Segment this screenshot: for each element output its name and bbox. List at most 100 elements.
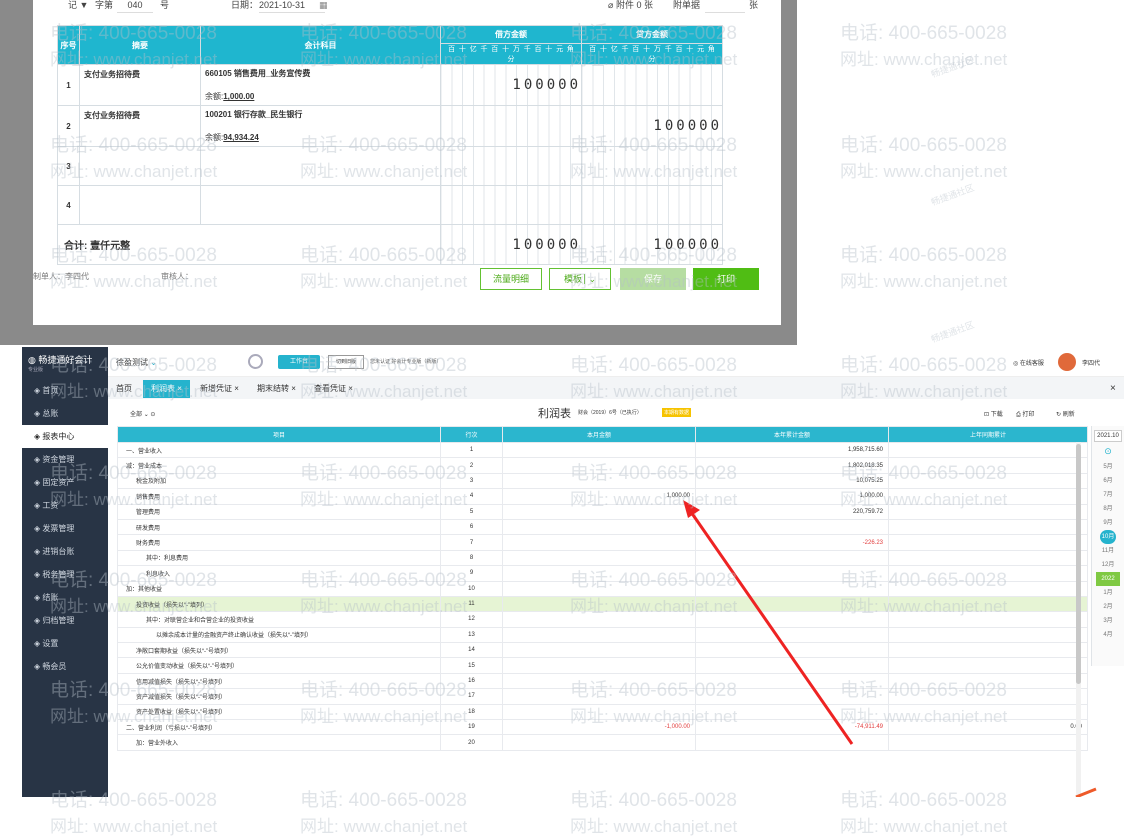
- search-icon[interactable]: [248, 354, 263, 369]
- download-button[interactable]: ⊡ 下载: [984, 409, 1003, 418]
- month-item[interactable]: 8月: [1092, 502, 1124, 516]
- sidebar-item-home[interactable]: ◈ 首页: [22, 379, 108, 402]
- cell-month[interactable]: 1,000.00: [502, 488, 696, 505]
- cell-ytd[interactable]: [695, 688, 889, 705]
- cell-month[interactable]: -1,000.00: [502, 719, 696, 736]
- month-item[interactable]: 5月: [1092, 460, 1124, 474]
- table-row[interactable]: 二、营业利润（亏损以“-”号填列）19-1,000.00-74,911.490.…: [117, 719, 1088, 736]
- row-summary[interactable]: 支付业务招待费: [79, 105, 201, 147]
- cell-ytd[interactable]: [695, 611, 889, 628]
- month-item[interactable]: 1月: [1092, 586, 1124, 600]
- row-account[interactable]: 660105 销售费用_业务宣传费 余额:1,000.00: [200, 64, 441, 106]
- cell-month[interactable]: [502, 672, 696, 690]
- row-debit[interactable]: [440, 105, 582, 147]
- tab-income-statement[interactable]: 利润表 ×: [143, 380, 190, 398]
- month-item[interactable]: 2月: [1092, 600, 1124, 614]
- row-summary[interactable]: 支付业务招待费: [79, 64, 201, 106]
- user-name[interactable]: 李四代: [1082, 358, 1100, 367]
- template-button[interactable]: 模板 ⌄: [549, 268, 611, 290]
- voucher-row[interactable]: 4: [57, 185, 723, 225]
- cell-month[interactable]: [502, 549, 696, 567]
- cell-month[interactable]: [502, 472, 696, 490]
- row-debit[interactable]: [440, 146, 582, 186]
- month-item[interactable]: 3月: [1092, 614, 1124, 628]
- cell-month[interactable]: [502, 565, 696, 582]
- month-item[interactable]: 4月: [1092, 628, 1124, 642]
- cell-month[interactable]: [502, 657, 696, 674]
- cell-month[interactable]: [502, 703, 696, 721]
- cell-prev[interactable]: [888, 611, 1088, 628]
- voucher-type[interactable]: 记 ▼: [68, 0, 88, 13]
- cell-ytd[interactable]: [695, 657, 889, 674]
- cell-month[interactable]: [502, 626, 696, 644]
- table-row[interactable]: 一、营业收入 1 1,958,715.60: [117, 441, 1088, 459]
- month-item[interactable]: 2022: [1096, 572, 1120, 586]
- table-row[interactable]: 信用减值损失（损失以“-”号填列） 16: [117, 672, 1088, 690]
- voucher-row[interactable]: 2 支付业务招待费 100201 银行存款_民生银行 余额:94,934.24 …: [57, 105, 723, 147]
- cell-month[interactable]: [502, 642, 696, 659]
- sidebar-item-report[interactable]: ◈ 报表中心: [22, 425, 108, 448]
- save-button[interactable]: 保存: [620, 268, 686, 290]
- month-item[interactable]: 11月: [1092, 544, 1124, 558]
- cell-ytd[interactable]: 10,075.25: [695, 472, 889, 490]
- scrollbar-thumb[interactable]: [1076, 444, 1081, 684]
- tab-view-voucher[interactable]: 查看凭证 ×: [314, 380, 353, 398]
- table-row[interactable]: 研发费用 6: [117, 518, 1088, 536]
- cell-prev[interactable]: 0.00: [888, 719, 1088, 736]
- cell-month[interactable]: [502, 503, 696, 520]
- sidebar-item-inventory[interactable]: ◈ 进销台账: [22, 540, 108, 563]
- cell-month[interactable]: [502, 595, 696, 613]
- date-input[interactable]: 2021-10-31: [259, 0, 325, 13]
- cell-ytd[interactable]: -226.23: [695, 534, 889, 551]
- cell-ytd[interactable]: [695, 595, 889, 613]
- table-row[interactable]: 以摊余成本计量的金融资产终止确认收益（损失以“-”填列） 13: [117, 626, 1088, 644]
- cell-ytd[interactable]: [695, 518, 889, 536]
- cell-ytd[interactable]: [695, 565, 889, 582]
- cell-prev[interactable]: [888, 595, 1088, 613]
- cell-prev[interactable]: [888, 672, 1088, 690]
- month-item[interactable]: 9月: [1092, 516, 1124, 530]
- cell-prev[interactable]: [888, 657, 1088, 674]
- cell-month[interactable]: [502, 457, 696, 474]
- table-row[interactable]: 其中：对联营企业和合营企业的投资收益 12: [117, 611, 1088, 628]
- row-debit[interactable]: [440, 185, 582, 225]
- table-row[interactable]: 公允价值变动收益（损失以“-”号填列） 15: [117, 657, 1088, 674]
- table-row[interactable]: 投资收益（损失以“-”填列） 11: [117, 595, 1088, 613]
- scrollbar-track[interactable]: [1076, 442, 1081, 797]
- cell-ytd[interactable]: [695, 626, 889, 644]
- cell-ytd[interactable]: [695, 642, 889, 659]
- refresh-button[interactable]: ↻ 刷新: [1056, 409, 1075, 418]
- year-selector[interactable]: 2021.10: [1094, 430, 1122, 442]
- sidebar-item-fund[interactable]: ◈ 资金管理: [22, 448, 108, 471]
- switch-old-version-button[interactable]: 切到旧版: [328, 355, 364, 369]
- tab-period-end[interactable]: 期末结转 ×: [257, 380, 296, 398]
- cell-ytd[interactable]: 220,759.72: [695, 503, 889, 520]
- chevron-up-icon[interactable]: ⊙: [1092, 446, 1124, 460]
- sidebar-item-close[interactable]: ◈ 结账: [22, 586, 108, 609]
- cell-month[interactable]: [502, 611, 696, 628]
- cell-prev[interactable]: [888, 642, 1088, 659]
- cell-ytd[interactable]: [695, 580, 889, 597]
- cell-prev[interactable]: [888, 626, 1088, 644]
- row-account[interactable]: [200, 146, 441, 186]
- cell-prev[interactable]: [888, 580, 1088, 597]
- voucher-number-input[interactable]: 040: [117, 0, 153, 13]
- cell-month[interactable]: [502, 734, 696, 751]
- table-row[interactable]: 销售费用 4 1,000.00 1,000.00: [117, 488, 1088, 505]
- table-row[interactable]: 利息收入 9: [117, 565, 1088, 582]
- month-item[interactable]: 6月: [1092, 474, 1124, 488]
- cell-prev[interactable]: [888, 518, 1088, 536]
- table-row[interactable]: 加：其他收益 10: [117, 580, 1088, 597]
- cell-month[interactable]: [502, 441, 696, 459]
- table-row[interactable]: 税金及附加 3 10,075.25: [117, 472, 1088, 490]
- row-debit[interactable]: 100000: [440, 64, 582, 106]
- cell-prev[interactable]: [888, 549, 1088, 567]
- tab-home[interactable]: 首页: [116, 380, 132, 398]
- cell-prev[interactable]: [888, 457, 1088, 474]
- row-credit[interactable]: [581, 64, 723, 106]
- sidebar-item-asset[interactable]: ◈ 固定资产: [22, 471, 108, 494]
- month-item[interactable]: 10月: [1100, 530, 1116, 544]
- online-service-link[interactable]: ◎ 在线客服: [1013, 358, 1044, 367]
- cell-prev[interactable]: [888, 441, 1088, 459]
- row-account[interactable]: [200, 185, 441, 225]
